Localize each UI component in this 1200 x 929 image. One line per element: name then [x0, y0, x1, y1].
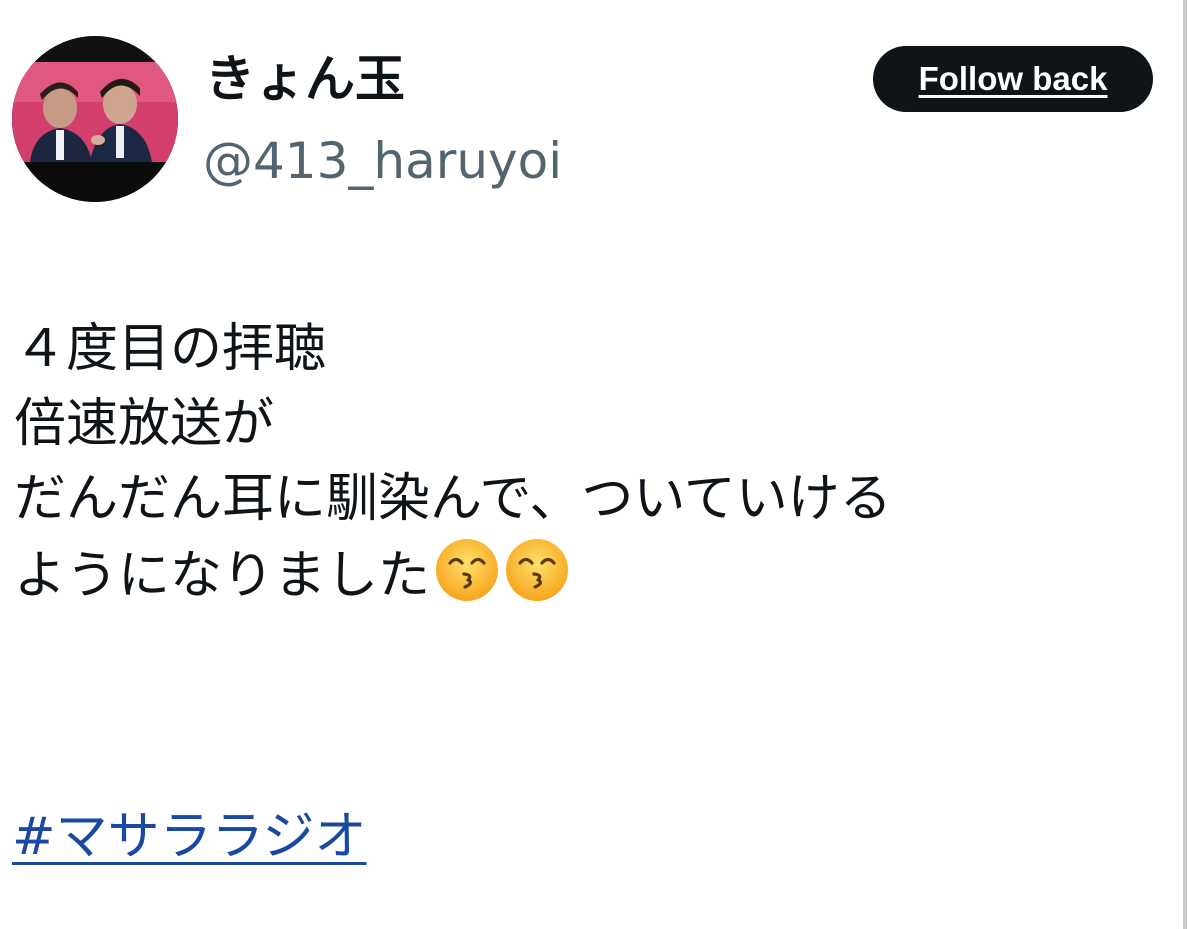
- author-handle[interactable]: @413_haruyoi: [203, 128, 562, 194]
- kissing-face-icon: [434, 537, 500, 624]
- tweet-card: きょん玉 @413_haruyoi Follow back ４度目の拝聴 倍速放…: [0, 0, 1183, 929]
- avatar-photo: [12, 36, 178, 202]
- avatar[interactable]: [12, 36, 178, 202]
- hashtag-link[interactable]: #マサララジオ: [12, 800, 367, 875]
- tweet-line: だんだん耳に馴染んで、ついていける: [14, 469, 892, 529]
- author-display-name[interactable]: きょん玉: [205, 44, 405, 114]
- tweet-line-text: ようになりました: [14, 546, 431, 606]
- tweet-text: ４度目の拝聴 倍速放送が だんだん耳に馴染んで、ついていける ようになりました: [14, 312, 1174, 612]
- follow-back-button[interactable]: Follow back: [873, 46, 1153, 112]
- kissing-face-icon: [504, 537, 570, 624]
- tweet-line-with-emoji: ようになりました: [14, 537, 1174, 612]
- tweet-line: ４度目の拝聴: [14, 319, 327, 379]
- scrollbar[interactable]: [1183, 0, 1187, 929]
- tweet-line: 倍速放送が: [14, 394, 275, 454]
